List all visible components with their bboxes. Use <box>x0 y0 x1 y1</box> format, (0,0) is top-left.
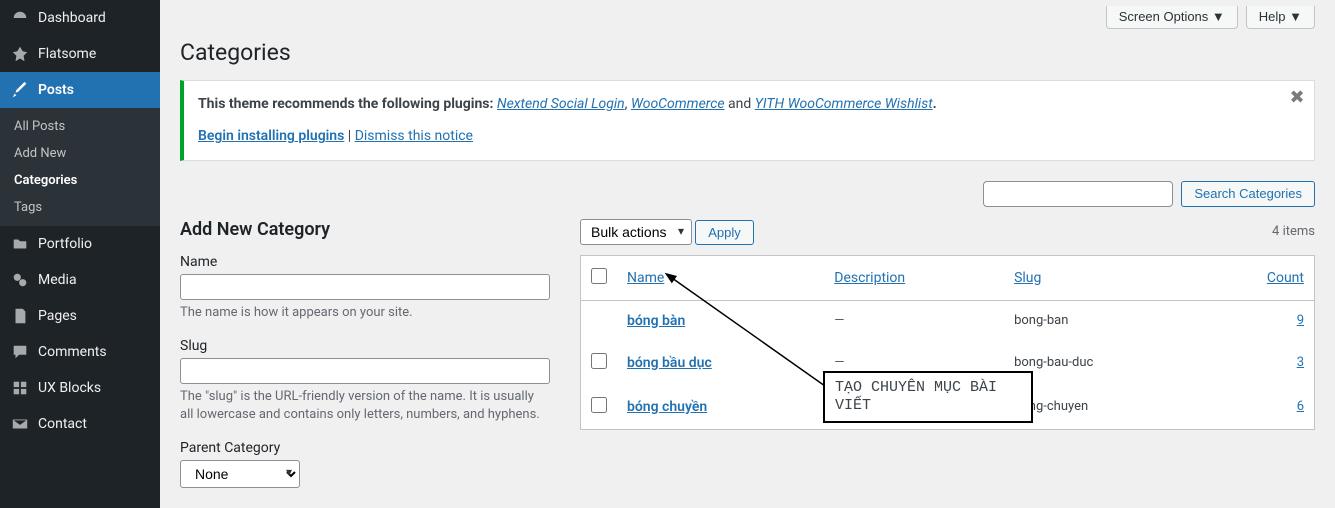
sidebar-item-contact[interactable]: Contact <box>0 406 160 442</box>
sidebar-label: Portfolio <box>38 236 92 252</box>
plugin-notice: This theme recommends the following plug… <box>180 80 1315 161</box>
col-name[interactable]: Name <box>627 270 664 286</box>
category-count[interactable]: 6 <box>1297 399 1304 414</box>
submenu-all-posts[interactable]: All Posts <box>0 113 160 140</box>
slug-input[interactable] <box>180 358 550 384</box>
sidebar-label: Comments <box>38 344 107 360</box>
media-icon <box>10 270 30 290</box>
category-link[interactable]: bóng bàn <box>627 313 685 329</box>
sidebar-label: Dashboard <box>38 10 106 26</box>
row-checkbox[interactable] <box>591 397 607 413</box>
select-all-checkbox[interactable] <box>591 268 607 284</box>
apply-button[interactable]: Apply <box>695 220 754 245</box>
sidebar-item-dashboard[interactable]: Dashboard <box>0 0 160 36</box>
plugin-link-woocommerce[interactable]: WooCommerce <box>631 96 725 112</box>
sidebar-label: Pages <box>38 308 77 324</box>
begin-install-link[interactable]: Begin installing plugins <box>198 128 344 144</box>
submenu-categories[interactable]: Categories <box>0 167 160 194</box>
category-count[interactable]: 3 <box>1297 355 1304 370</box>
items-count: 4 items <box>1272 224 1315 239</box>
posts-submenu: All Posts Add New Categories Tags <box>0 108 160 226</box>
comments-icon <box>10 342 30 362</box>
help-button[interactable]: Help ▼ <box>1246 6 1315 29</box>
sidebar-item-media[interactable]: Media <box>0 262 160 298</box>
table-row: bóng bàn — bong-ban 9 <box>581 300 1315 341</box>
dashboard-icon <box>10 8 30 28</box>
category-count[interactable]: 9 <box>1297 313 1304 328</box>
annotation-box: TẠO CHUYÊN MỤC BÀI VIẾT <box>823 371 1033 423</box>
col-count[interactable]: Count <box>1267 270 1304 286</box>
submenu-add-new[interactable]: Add New <box>0 140 160 167</box>
category-link[interactable]: bóng bầu dục <box>627 355 712 371</box>
col-description[interactable]: Description <box>834 270 905 286</box>
category-slug: bong-ban <box>1004 300 1200 341</box>
category-desc: — <box>824 300 1004 341</box>
sidebar-item-comments[interactable]: Comments <box>0 334 160 370</box>
sidebar-item-portfolio[interactable]: Portfolio <box>0 226 160 262</box>
screen-options-button[interactable]: Screen Options ▼ <box>1106 6 1238 29</box>
category-slug: bong-chuyen <box>1004 385 1200 430</box>
sidebar-item-uxblocks[interactable]: UX Blocks <box>0 370 160 406</box>
row-checkbox[interactable] <box>591 353 607 369</box>
notice-text: This theme recommends the following plug… <box>198 96 497 112</box>
parent-category-select[interactable]: None <box>180 460 300 488</box>
name-input[interactable] <box>180 274 550 300</box>
contact-icon <box>10 414 30 434</box>
uxblocks-icon <box>10 378 30 398</box>
sidebar-label: Posts <box>38 82 74 98</box>
sidebar-label: Flatsome <box>38 46 96 62</box>
slug-help: The "slug" is the URL-friendly version o… <box>180 388 550 424</box>
close-icon[interactable]: ✖ <box>1286 87 1308 109</box>
category-link[interactable]: bóng chuyền <box>627 399 707 415</box>
flatsome-icon <box>10 44 30 64</box>
name-label: Name <box>180 254 550 270</box>
search-input[interactable] <box>983 181 1173 207</box>
sidebar-label: UX Blocks <box>38 380 101 396</box>
posts-icon <box>10 80 30 100</box>
submenu-tags[interactable]: Tags <box>0 194 160 221</box>
sidebar-label: Media <box>38 272 77 288</box>
category-slug: bong-bau-duc <box>1004 341 1200 385</box>
add-new-category-heading: Add New Category <box>180 219 550 240</box>
sidebar-item-pages[interactable]: Pages <box>0 298 160 334</box>
portfolio-icon <box>10 234 30 254</box>
sidebar-label: Contact <box>38 416 87 432</box>
sidebar-item-flatsome[interactable]: Flatsome <box>0 36 160 72</box>
page-title: Categories <box>180 35 1315 80</box>
plugin-link-yith[interactable]: YITH WooCommerce Wishlist <box>755 96 933 112</box>
bulk-actions-select[interactable]: Bulk actions <box>580 219 692 245</box>
parent-label: Parent Category <box>180 440 550 456</box>
sidebar-item-posts[interactable]: Posts <box>0 72 160 108</box>
name-help: The name is how it appears on your site. <box>180 304 550 322</box>
slug-label: Slug <box>180 338 550 354</box>
plugin-link-nextend[interactable]: Nextend Social Login <box>497 96 625 112</box>
dismiss-notice-link[interactable]: Dismiss this notice <box>355 128 473 144</box>
pages-icon <box>10 306 30 326</box>
search-categories-button[interactable]: Search Categories <box>1181 181 1315 207</box>
col-slug[interactable]: Slug <box>1014 270 1041 286</box>
